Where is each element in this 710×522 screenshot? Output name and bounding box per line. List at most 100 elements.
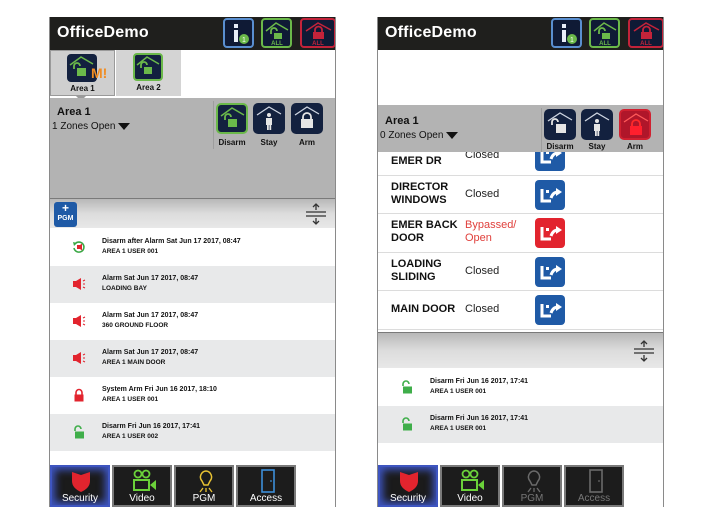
svg-text:ALL: ALL [312,41,324,46]
area-selector: M! Area 1 Area 2 [50,50,335,101]
bypass-button[interactable] [535,218,565,248]
disarm-icon [547,112,573,133]
dropdown-arrow-icon [446,131,459,139]
svg-text:ALL: ALL [640,41,652,46]
arm-button[interactable] [291,103,323,134]
left-screen: OfficeDemo 1 ALL ALL M! Area 1 Area 2 Ar… [49,17,336,507]
lock-open-icon [402,417,412,431]
disarm-label: Disarm [218,138,246,147]
light-bulb-icon [527,470,541,493]
arm-all-button[interactable]: ALL [628,18,663,48]
event-row[interactable]: Disarm Fri Jun 16 2017, 17:41 AREA 1 USE… [378,369,663,406]
event-row[interactable]: System Arm Fri Jun 16 2017, 18:10 AREA 1… [50,377,335,414]
info-badge-count: 1 [242,37,246,44]
dropdown-arrow-icon [118,122,131,130]
area-tab-2[interactable]: Area 2 [116,50,181,96]
shield-icon [400,472,418,492]
info-button[interactable]: 1 [551,18,582,48]
disarm-all-icon: ALL [265,22,289,46]
disarm-all-button[interactable]: ALL [261,18,292,48]
stay-button[interactable] [581,109,613,140]
arm-all-icon: ALL [633,22,660,46]
nav-pgm[interactable]: PGM [502,465,562,507]
nav-video[interactable]: Video [440,465,500,507]
top-bar: OfficeDemo 1 ALL ALL [378,17,663,50]
zone-list: DIRECTOR EMER DR Closed DIRECTOR WINDOWS… [378,137,663,330]
event-row[interactable]: Disarm after Alarm Sat Jun 17 2017, 08:4… [50,229,335,266]
nav-video[interactable]: Video [112,465,172,507]
resize-handle-icon[interactable] [305,202,327,226]
disarm-button[interactable] [216,103,248,134]
zone-row[interactable]: DIRECTOR WINDOWS Closed [378,176,663,214]
lock-open-icon [402,380,412,394]
arm-label: Arm [626,142,643,151]
info-button[interactable]: 1 [223,18,254,48]
app-title: OfficeDemo [57,24,149,41]
zone-name: DIRECTOR WINDOWS [391,180,449,206]
alarm-siren-icon [73,315,86,327]
bypass-button[interactable] [535,179,565,210]
svg-text:ALL: ALL [271,41,283,46]
zone-name: LOADING SLIDING [391,257,442,283]
event-row[interactable]: Disarm Fri Jun 16 2017, 17:41 AREA 1 USE… [50,414,335,451]
stay-label: Stay [260,138,278,147]
zone-row[interactable]: MAIN DOOR Closed [378,291,663,330]
nav-security[interactable]: Security [50,465,110,507]
disarm-all-icon: ALL [593,22,617,46]
area-tab-1[interactable]: M! Area 1 [50,50,115,96]
event-row[interactable]: Alarm Sat Jun 17 2017, 08:47 360 GROUND … [50,303,335,340]
disarm-button[interactable] [544,109,576,140]
bottom-navigation: Security Video PGM Access [50,465,335,507]
right-screen: OfficeDemo 1 ALL ALL EMER DR Closed DIRE… [377,17,664,507]
panel-handle-bar: + PGM [50,198,335,228]
nav-pgm[interactable]: PGM [174,465,234,507]
zone-name: EMER BACK DOOR [391,219,458,244]
arm-button[interactable] [619,109,651,140]
lock-open-icon [74,425,84,439]
disarm-after-alarm-icon [73,241,85,253]
zones-open-dropdown[interactable]: 1 Zones Open [52,121,131,132]
bottom-navigation: Security Video PGM Access [378,465,663,507]
nav-access[interactable]: Access [564,465,624,507]
event-row[interactable]: Alarm Sat Jun 17 2017, 08:47 LOADING BAY [50,266,335,303]
bypass-icon [540,226,562,241]
zone-name: MAIN DOOR [391,303,456,315]
event-log: Disarm Fri Jun 16 2017, 17:41 AREA 1 USE… [378,369,663,443]
arm-all-button[interactable]: ALL [300,18,335,48]
stay-button[interactable] [253,103,285,134]
event-row[interactable]: Disarm Fri Jun 16 2017, 17:41 AREA 1 USE… [378,406,663,443]
door-icon [589,469,603,493]
disarm-label: Disarm [546,142,574,151]
nav-security[interactable]: Security [378,465,438,507]
add-pgm-button[interactable]: + PGM [54,202,77,227]
zone-status: Closed [465,264,500,277]
arm-lock-icon [294,106,320,128]
zone-row[interactable]: EMER BACK DOOR Bypassed/ Open [378,214,663,253]
stay-person-icon [584,112,610,136]
area-tab-label: Area 1 [70,84,95,93]
event-log: Disarm after Alarm Sat Jun 17 2017, 08:4… [50,229,335,451]
app-title: OfficeDemo [385,24,477,41]
resize-handle-icon[interactable] [633,339,655,363]
light-bulb-icon [199,470,213,493]
area-tab-label: Area 2 [136,83,161,92]
plus-icon: + [61,201,69,215]
top-bar: OfficeDemo 1 ALL ALL [50,17,335,50]
svg-text:ALL: ALL [599,41,611,46]
zones-open-dropdown[interactable]: 0 Zones Open [380,130,459,141]
bypass-icon [540,303,562,318]
nav-access[interactable]: Access [236,465,296,507]
area-disarmed-icon [133,53,163,81]
event-row[interactable]: Alarm Sat Jun 17 2017, 08:47 AREA 1 MAIN… [50,340,335,377]
bypass-button[interactable] [535,295,565,325]
arm-lock-icon [623,113,649,135]
area-status-panel: Area 1 0 Zones Open Disarm Stay Arm [378,105,663,152]
bypass-button[interactable] [535,256,565,287]
info-icon: 1 [562,24,577,44]
area-name: Area 1 [57,106,91,118]
zone-row[interactable]: LOADING SLIDING Closed [378,253,663,291]
lock-closed-icon [74,388,84,402]
video-camera-icon [461,469,484,491]
disarm-all-button[interactable]: ALL [589,18,620,48]
alarm-siren-icon [73,352,86,364]
